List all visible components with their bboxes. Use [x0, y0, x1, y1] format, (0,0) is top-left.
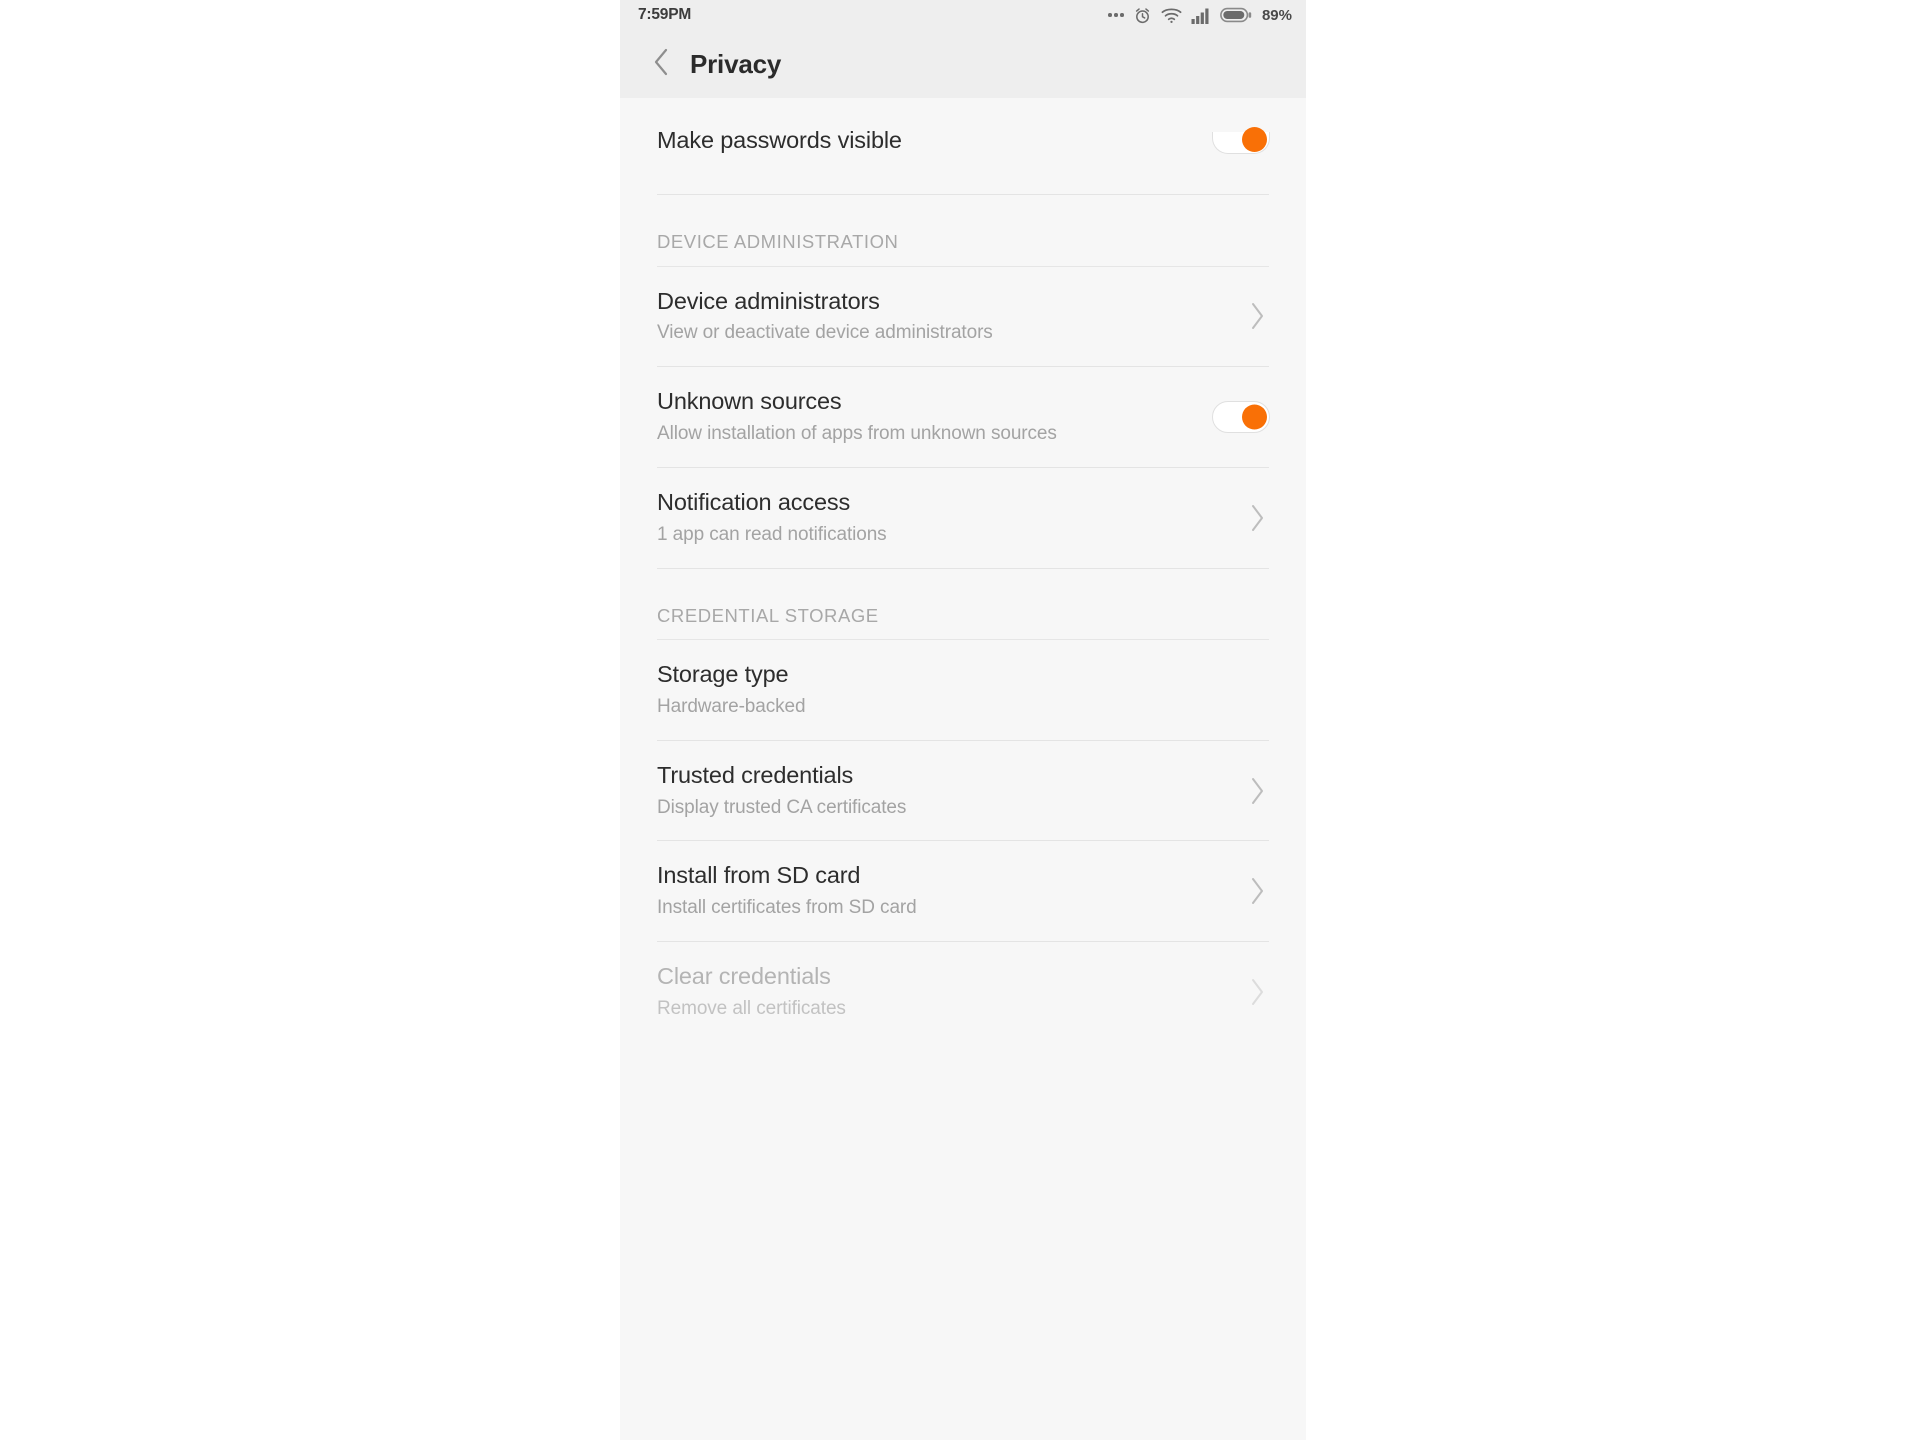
row-title: Install from SD card [657, 862, 861, 889]
section-header-credential-storage: CREDENTIAL STORAGE [657, 604, 879, 626]
row-title: Device administrators [657, 287, 880, 314]
list-item-trusted-credentials[interactable]: Trusted credentials Display trusted CA c… [620, 741, 1306, 841]
status-bar-icons: 89% [1108, 6, 1292, 25]
chevron-right-icon [1244, 973, 1270, 1011]
list-item-unknown-sources[interactable]: Unknown sources Allow installation of ap… [620, 367, 1306, 467]
battery-percent-label: 89% [1261, 6, 1292, 24]
phone-screen: 7:59PM 89% Privacy Make passwords visibl… [620, 0, 1306, 1440]
back-button[interactable] [644, 47, 678, 81]
chevron-right-icon [1244, 872, 1270, 910]
row-texts: Install from SD card Install certificate… [657, 863, 1232, 919]
row-texts: Make passwords visible [657, 127, 1200, 154]
list-item-notification-access[interactable]: Notification access 1 app can read notif… [620, 468, 1306, 568]
row-texts: Notification access 1 app can read notif… [657, 488, 1232, 546]
row-subtitle: Display trusted CA certificates [657, 796, 907, 818]
unknown-sources-switch[interactable] [1212, 401, 1270, 434]
row-title: Storage type [657, 661, 789, 688]
list-item-device-administrators[interactable]: Device administrators View or deactivate… [620, 267, 1306, 367]
battery-icon [1220, 7, 1252, 23]
row-texts: Storage type Hardware-backed [657, 661, 1270, 718]
row-texts: Unknown sources Allow installation of ap… [657, 388, 1200, 445]
row-subtitle: Remove all certificates [657, 997, 846, 1019]
row-texts: Device administrators View or deactivate… [657, 287, 1232, 345]
row-subtitle: Install certificates from SD card [657, 897, 917, 919]
page-title: Privacy [690, 48, 782, 79]
row-subtitle: 1 app can read notifications [657, 523, 887, 545]
chevron-right-icon [1244, 772, 1270, 810]
signal-bars-icon [1191, 7, 1211, 24]
make-passwords-visible-switch[interactable] [1212, 127, 1270, 154]
row-title: Notification access [657, 488, 851, 515]
row-texts: Trusted credentials Display trusted CA c… [657, 761, 1232, 819]
more-dots-icon [1108, 13, 1124, 17]
list-item-storage-type[interactable]: Storage type Hardware-backed [620, 640, 1306, 740]
row-subtitle: Hardware-backed [657, 695, 806, 717]
list-item-install-from-sd-card[interactable]: Install from SD card Install certificate… [620, 841, 1306, 941]
switch-knob [1242, 127, 1267, 152]
row-subtitle: View or deactivate device administrators [657, 322, 993, 344]
chevron-left-icon [651, 46, 671, 83]
app-bar: Privacy [620, 30, 1306, 98]
settings-list: Make passwords visible DEVICE ADMINISTRA… [620, 98, 1306, 1042]
row-title: Make passwords visible [657, 127, 902, 154]
list-item-clear-credentials: Clear credentials Remove all certificate… [620, 942, 1306, 1042]
row-title: Trusted credentials [657, 761, 854, 788]
status-bar: 7:59PM 89% [620, 0, 1306, 30]
chevron-right-icon [1244, 297, 1270, 335]
row-title: Unknown sources [657, 388, 842, 415]
status-bar-clock: 7:59PM [638, 6, 692, 24]
list-item-make-passwords-visible[interactable]: Make passwords visible [620, 98, 1306, 158]
row-subtitle: Allow installation of apps from unknown … [657, 423, 1057, 445]
switch-knob [1242, 404, 1267, 430]
wifi-icon [1161, 7, 1182, 24]
section-header-device-administration: DEVICE ADMINISTRATION [657, 231, 899, 252]
row-title: Clear credentials [657, 963, 831, 990]
row-texts: Clear credentials Remove all certificate… [657, 963, 1232, 1020]
alarm-clock-icon [1133, 6, 1152, 25]
chevron-right-icon [1244, 499, 1270, 537]
